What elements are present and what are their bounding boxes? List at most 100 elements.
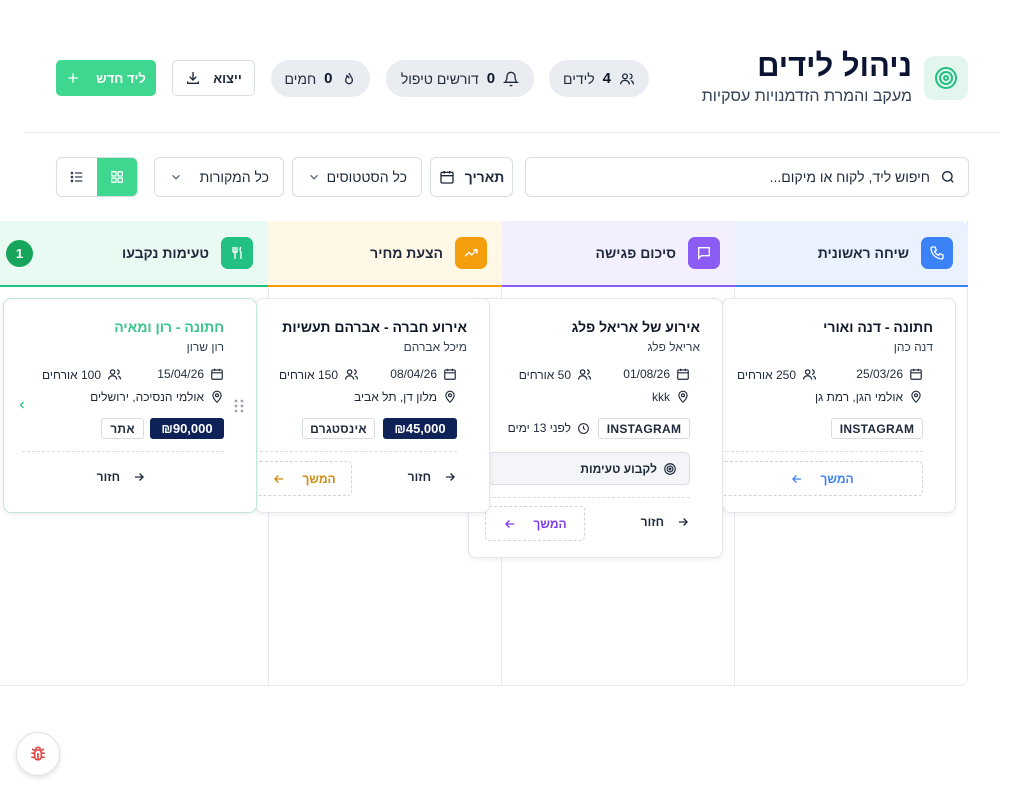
new-lead-button[interactable]: ליד חדש — [56, 60, 156, 96]
lead-date-text: 01/08/26 — [623, 367, 670, 381]
lead-location: מלון דן, תל אביב — [354, 390, 457, 404]
plus-icon — [68, 73, 78, 83]
source-filter-label: כל המקורות — [199, 169, 269, 185]
trending-up-icon — [455, 237, 487, 269]
back-label: חזור — [640, 515, 664, 529]
users-icon — [802, 369, 817, 380]
map-pin-icon — [678, 390, 688, 404]
app-logo — [924, 56, 968, 100]
lead-date: 01/08/26 — [623, 367, 690, 381]
calendar-icon — [444, 368, 456, 380]
lead-card-dragging[interactable]: חתונה - רון ומאיה רון שרון 15/04/26 100 … — [3, 298, 257, 513]
lead-client: רון שרון — [186, 340, 224, 354]
continue-label: המשך — [533, 516, 567, 531]
lead-title: חתונה - דנה ואורי — [823, 319, 933, 335]
lead-client: דנה כהן — [893, 340, 933, 354]
lead-location: אולמי הנסיכה, ירושלים — [90, 390, 224, 404]
lead-time-ago-text: לפני 13 ימים — [507, 421, 571, 435]
target-icon — [935, 67, 957, 89]
page-subtitle: מעקב והמרת הזדמנויות עסקיות — [701, 88, 912, 105]
arrow-left-icon — [792, 474, 802, 483]
column-count-badge: 1 — [6, 240, 33, 267]
view-toggle — [56, 157, 138, 197]
search-input[interactable]: חיפוש ליד, לקוח או מיקום... — [525, 157, 969, 197]
arrow-right-icon — [678, 518, 688, 526]
column-header-tastings: טעימות נקבעו — [0, 221, 268, 287]
lead-time-ago: לפני 13 ימים — [508, 421, 590, 435]
bell-icon — [503, 71, 520, 86]
users-icon — [577, 369, 592, 380]
lead-date-text: 15/04/26 — [157, 367, 204, 381]
arrow-left-icon — [505, 519, 515, 528]
column-title: הצעת מחיר — [370, 245, 443, 261]
continue-label: המשך — [820, 471, 854, 486]
continue-button[interactable]: המשך — [721, 461, 923, 496]
debug-button[interactable] — [16, 732, 60, 776]
export-button[interactable]: ייצוא — [172, 60, 255, 96]
lead-source-tag: אתר — [101, 418, 144, 439]
users-icon — [107, 369, 122, 380]
lead-source-tag: אינסטגרם — [302, 418, 375, 439]
chevron-down-icon — [310, 174, 318, 180]
stat-needs-attention: 0 דורשים טיפול — [386, 60, 534, 97]
column-title: סיכום פגישה — [595, 245, 676, 261]
source-filter-select[interactable]: כל המקורות — [154, 157, 284, 197]
continue-button[interactable]: המשך — [485, 506, 585, 541]
list-icon — [70, 171, 83, 183]
lead-card[interactable]: חתונה - דנה ואורי דנה כהן 25/03/26 250 א… — [721, 298, 956, 513]
download-icon — [187, 72, 200, 84]
lead-guests: 250 אורחים — [737, 367, 817, 382]
back-button[interactable]: חזור — [97, 470, 146, 484]
schedule-tasting-button[interactable]: לקבוע טעימות — [488, 452, 690, 485]
lead-location-text: מלון דן, תל אביב — [354, 390, 437, 404]
utensils-icon — [221, 237, 253, 269]
lead-client: אריאל פלג — [647, 340, 700, 354]
back-button[interactable]: חזור — [641, 515, 690, 529]
column-header-initial-call: שיחה ראשונית — [734, 221, 968, 287]
lead-date: 08/04/26 — [390, 367, 457, 381]
arrow-right-icon — [445, 473, 455, 481]
date-filter-button[interactable]: תאריך — [430, 157, 513, 197]
chevron-left-icon[interactable] — [16, 399, 28, 411]
lead-location-text: אולמי הגן, רמת גן — [814, 390, 903, 404]
grid-view-button[interactable] — [97, 158, 137, 196]
arrow-left-icon — [274, 474, 284, 483]
lead-price-badge: ₪45,000 — [383, 418, 457, 439]
back-label: חזור — [407, 470, 431, 484]
lead-guests-text: 150 אורחים — [279, 367, 338, 382]
search-icon — [942, 171, 954, 183]
back-button[interactable]: חזור — [408, 470, 457, 484]
header-divider — [24, 132, 1000, 133]
schedule-tasting-label: לקבוע טעימות — [580, 461, 657, 476]
map-pin-icon — [212, 390, 222, 404]
lead-title: חתונה - רון ומאיה — [114, 319, 224, 335]
map-pin-icon — [445, 390, 455, 404]
calendar-icon — [211, 368, 223, 380]
lead-date: 15/04/26 — [157, 367, 224, 381]
list-view-button[interactable] — [57, 158, 97, 196]
back-label: חזור — [96, 470, 120, 484]
stat-attention-label: דורשים טיפול — [400, 70, 479, 87]
status-filter-select[interactable]: כל הסטטוסים — [292, 157, 422, 197]
lead-card[interactable]: אירוע של אריאל פלג אריאל פלג 01/08/26 50… — [468, 298, 723, 558]
continue-label: המשך — [302, 471, 336, 486]
stat-hot-count: 0 — [324, 70, 333, 87]
lead-card[interactable]: אירוע חברה - אברהם תעשיות מיכל אברהם 08/… — [255, 298, 490, 513]
users-icon — [344, 369, 359, 380]
stat-leads: 4 לידים — [549, 60, 649, 97]
column-header-price-quote: הצעת מחיר — [268, 221, 502, 287]
lead-date-text: 25/03/26 — [856, 367, 903, 381]
lead-title: אירוע חברה - אברהם תעשיות — [282, 319, 467, 335]
stat-leads-label: לידים — [563, 70, 595, 87]
column-title: טעימות נקבעו — [121, 245, 209, 261]
card-divider — [22, 451, 224, 452]
arrow-right-icon — [134, 473, 144, 481]
lead-location: אולמי הגן, רמת גן — [815, 390, 923, 404]
continue-button[interactable]: המשך — [256, 461, 352, 496]
page-title: ניהול לידים — [757, 48, 912, 83]
stat-hot: 0 חמים — [271, 60, 370, 97]
column-title: שיחה ראשונית — [817, 245, 909, 261]
lead-date: 25/03/26 — [856, 367, 923, 381]
grid-icon — [111, 171, 123, 183]
drag-handle-icon[interactable] — [233, 398, 245, 414]
